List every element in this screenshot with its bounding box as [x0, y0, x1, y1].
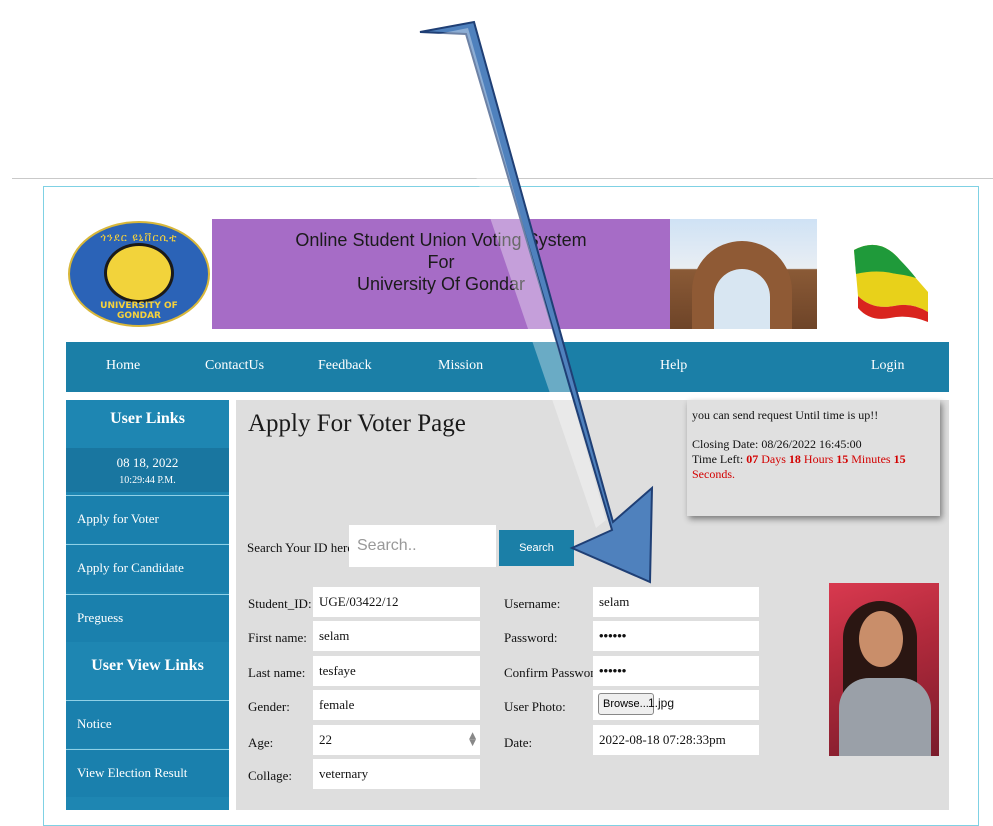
ethiopian-flag-icon: [854, 244, 928, 322]
site-title-line3: University Of Gondar: [356, 274, 526, 294]
gate-opening: [714, 269, 770, 329]
minutes-word: Minutes: [848, 452, 894, 466]
first-name-label: First name:: [248, 630, 307, 645]
age-stepper[interactable]: ▲▼: [313, 725, 480, 755]
nav-home[interactable]: Home: [106, 358, 140, 374]
collage-field[interactable]: [313, 759, 480, 789]
hours-word: Hours: [800, 452, 837, 466]
collage-label: Collage:: [248, 768, 293, 783]
confirm-password-field[interactable]: [593, 656, 759, 686]
university-logo: ጎንደር ዩኒቨርሲቲ UNIVERSITY OF GONDAR: [66, 219, 212, 329]
seconds-word: Seconds.: [692, 467, 735, 481]
days-word: Days: [758, 452, 789, 466]
password-field[interactable]: [593, 621, 759, 651]
sidebar: User Links 08 18, 2022 10:29:44 P.M. App…: [66, 400, 229, 810]
nav-login[interactable]: Login: [871, 358, 904, 374]
logo-english-text: UNIVERSITY OF GONDAR: [100, 301, 178, 321]
confirm-password-label: Confirm Password:: [504, 665, 605, 680]
spinner-arrows-icon[interactable]: ▲ ▼: [469, 732, 476, 748]
nav-contactus[interactable]: ContactUs: [205, 358, 264, 374]
main-navbar: Home ContactUs Feedback Mission Help Log…: [66, 342, 949, 392]
search-button[interactable]: Search: [499, 530, 574, 566]
gender-field[interactable]: [313, 690, 480, 720]
sidebar-item-apply-voter[interactable]: Apply for Voter: [66, 495, 229, 543]
sidebar-item-notice[interactable]: Notice: [66, 700, 229, 748]
site-title-banner: Online Student Union Voting System For U…: [212, 219, 670, 329]
nav-mission[interactable]: Mission: [438, 358, 483, 374]
last-name-field[interactable]: [313, 656, 480, 686]
date-field[interactable]: [593, 725, 759, 755]
search-id-label: Search Your ID here: [247, 540, 354, 555]
last-name-label: Last name:: [248, 665, 306, 680]
date-label: Date:: [504, 735, 533, 750]
closing-date-value: 08/26/2022 16:45:00: [761, 437, 862, 451]
selected-file-name: 1.jpg: [648, 696, 675, 710]
main-content: Apply For Voter Page you can send reques…: [236, 400, 949, 810]
countdown-notice: you can send request Until time is up!! …: [687, 400, 940, 516]
age-label: Age:: [248, 735, 274, 750]
sidebar-item-apply-candidate[interactable]: Apply for Candidate: [66, 544, 229, 592]
hours-value: 18: [788, 452, 801, 466]
user-links-heading: User Links: [110, 410, 185, 427]
user-photo-preview: [829, 583, 939, 756]
closing-date-label: Closing Date:: [692, 437, 762, 451]
seconds-value: 15: [893, 452, 906, 466]
site-title-line1: Online Student Union Voting System: [295, 230, 587, 250]
sidebar-item-election-result[interactable]: View Election Result: [66, 749, 229, 797]
sidebar-time: 10:29:44 P.M.: [119, 475, 176, 486]
search-input[interactable]: [349, 525, 496, 567]
age-field[interactable]: [313, 725, 480, 755]
student-id-label: Student_ID:: [248, 596, 312, 611]
notice-message: you can send request Until time is up!!: [692, 408, 879, 422]
username-label: Username:: [504, 596, 561, 611]
top-divider: [12, 178, 993, 179]
page-title: Apply For Voter Page: [248, 410, 466, 437]
user-photo-label: User Photo:: [504, 699, 566, 714]
username-field[interactable]: [593, 587, 759, 617]
photo-face: [859, 611, 903, 667]
nav-help[interactable]: Help: [660, 358, 687, 374]
time-left-label: Time Left:: [692, 452, 747, 466]
closing-date-line: Closing Date: 08/26/2022 16:45:00: [692, 437, 934, 452]
sidebar-clock: 08 18, 2022 10:29:44 P.M.: [66, 448, 229, 492]
sidebar-item-preguess[interactable]: Preguess: [66, 594, 229, 642]
nav-feedback[interactable]: Feedback: [318, 358, 372, 374]
site-title-line2: For: [427, 252, 455, 272]
password-label: Password:: [504, 630, 558, 645]
minutes-value: 15: [836, 452, 849, 466]
user-view-links-heading: User View Links: [66, 644, 229, 694]
days-value: 07: [746, 452, 759, 466]
time-left-line: Time Left: 07 Days 18 Hours 15 Minutes 1…: [692, 452, 934, 482]
gender-label: Gender:: [248, 699, 290, 714]
university-gate-image: [670, 219, 817, 329]
student-id-field[interactable]: [313, 587, 480, 617]
first-name-field[interactable]: [313, 621, 480, 651]
logo-emblem: [104, 243, 174, 303]
browse-button[interactable]: Browse...: [598, 693, 654, 715]
sidebar-date: 08 18, 2022: [116, 455, 179, 470]
photo-body: [839, 678, 931, 756]
